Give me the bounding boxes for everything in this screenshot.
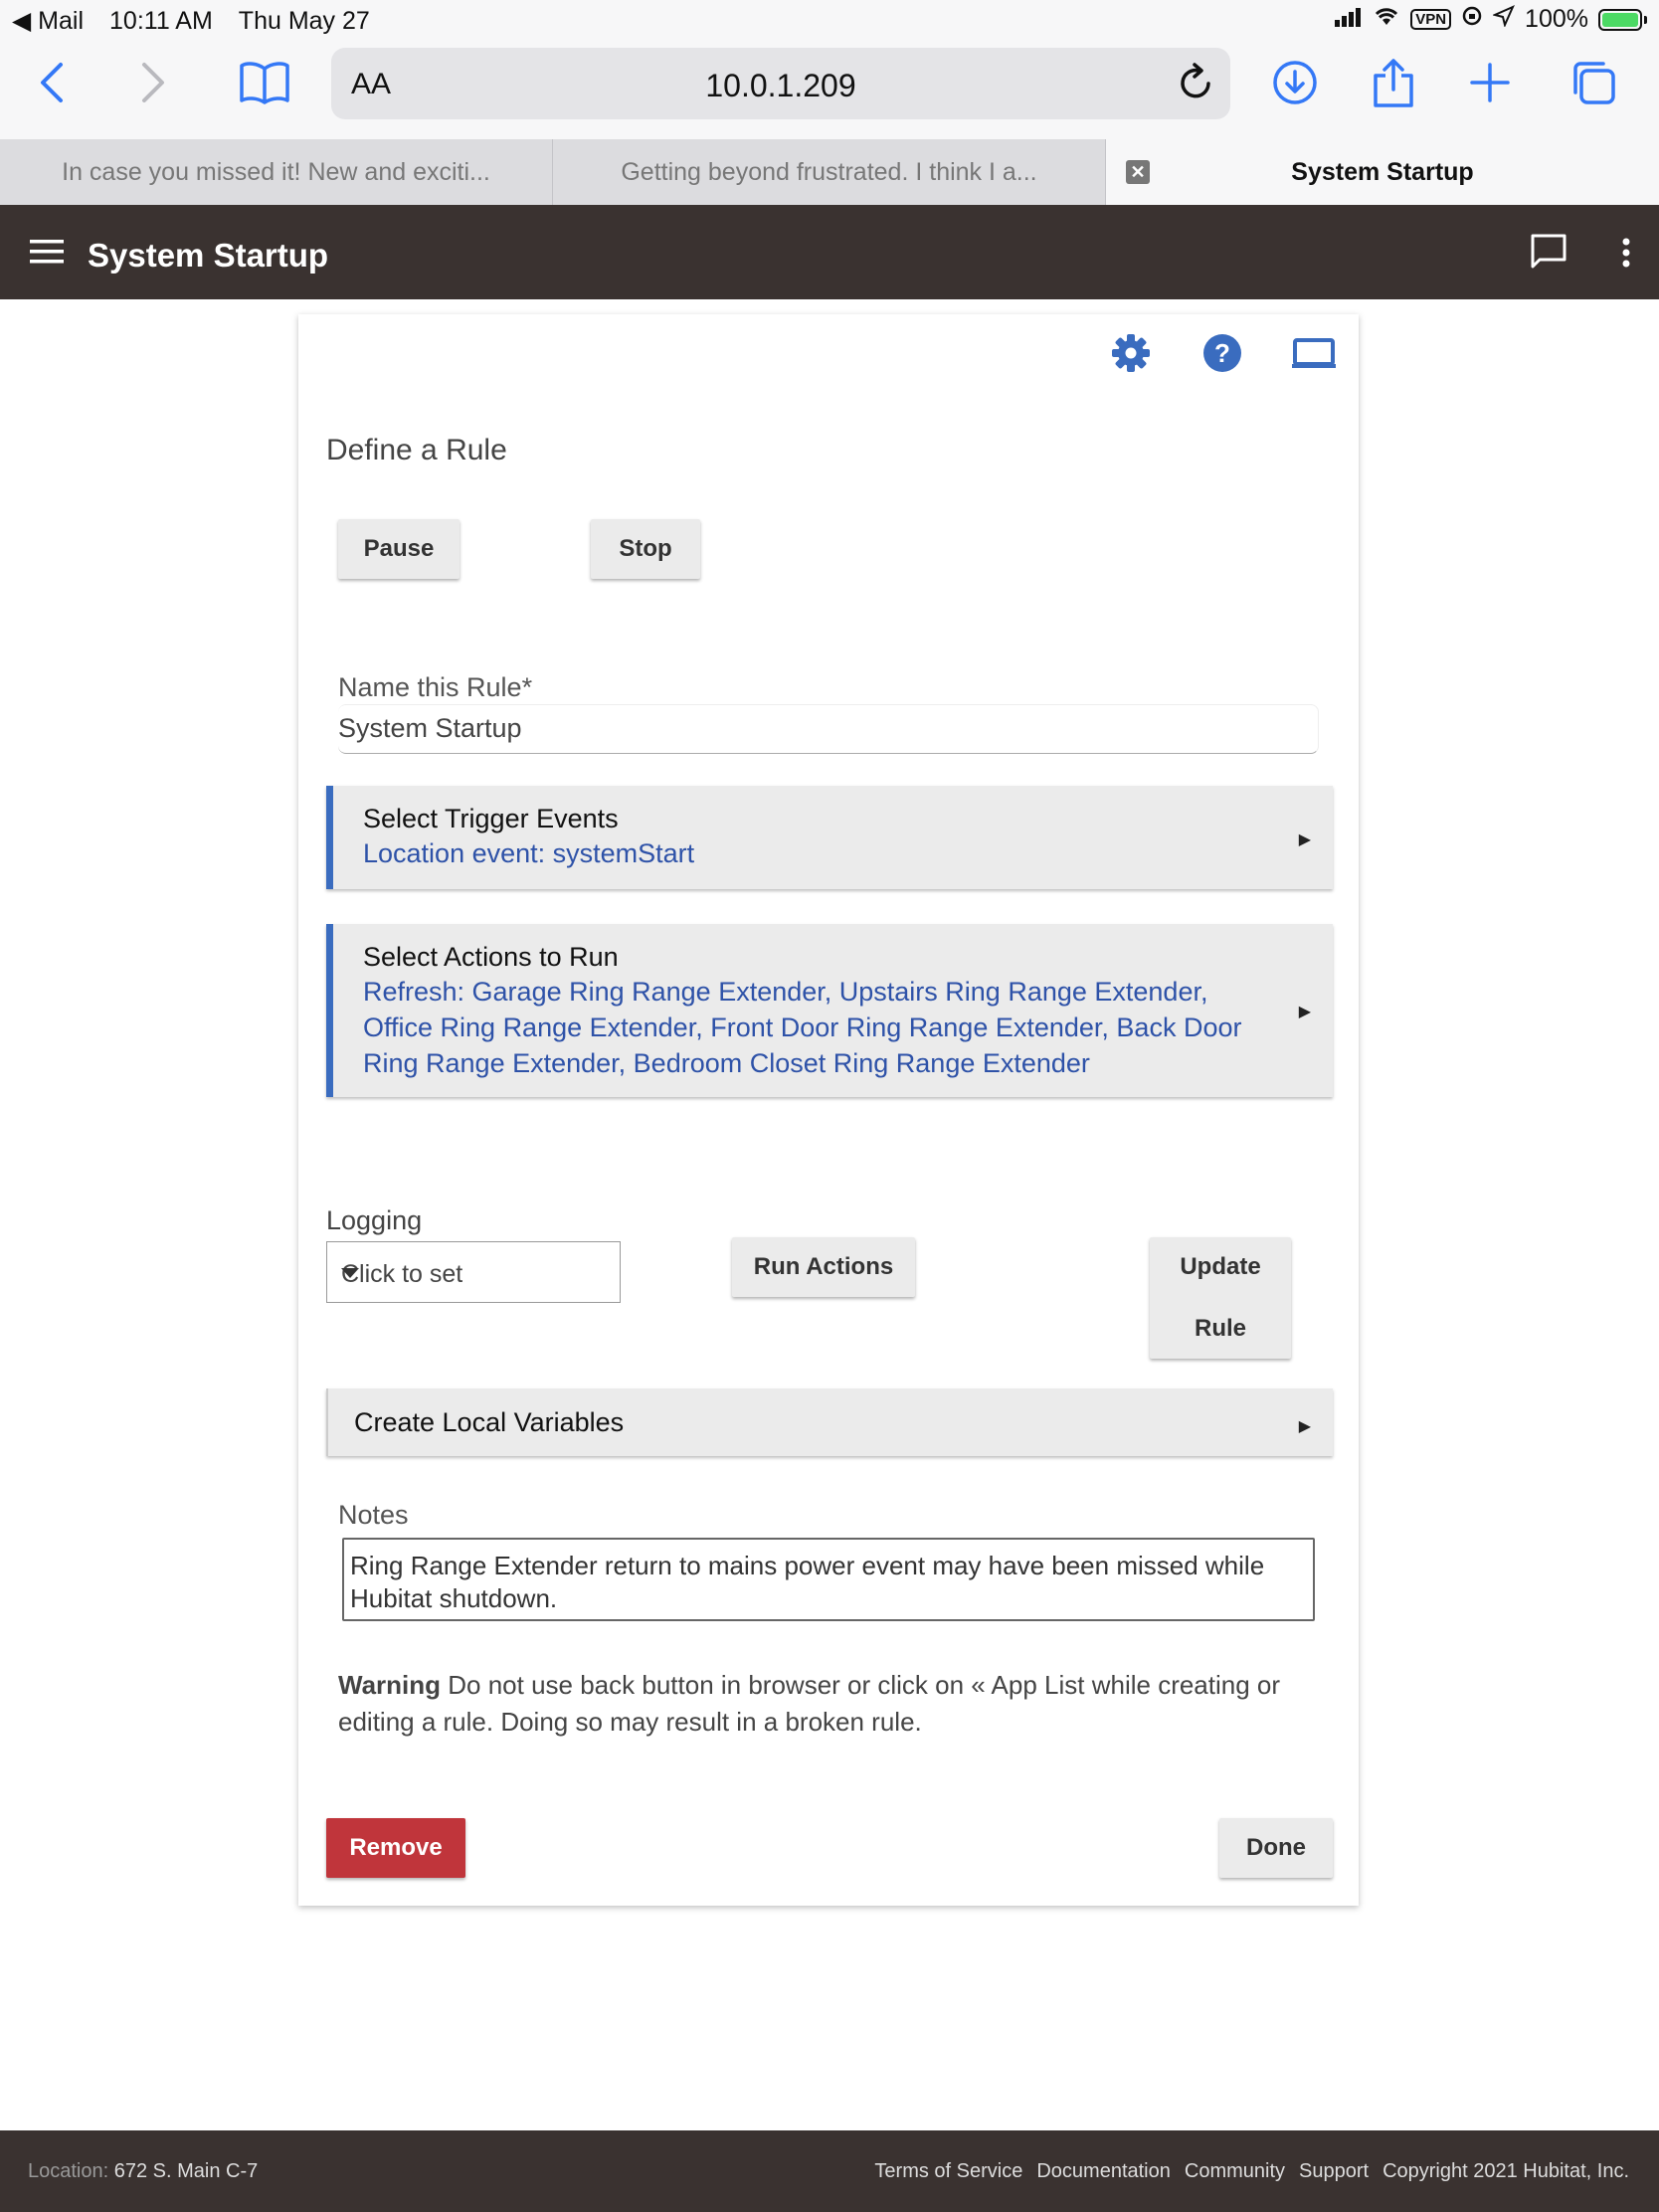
app-header: System Startup [0, 205, 1659, 299]
battery-icon [1598, 8, 1647, 31]
orientation-lock-icon [1461, 5, 1483, 34]
local-variables-title: Create Local Variables [354, 1407, 625, 1437]
expand-arrow-icon: ▶ [1298, 1418, 1311, 1435]
warning-text: Warning Do not use back button in browse… [338, 1670, 1281, 1737]
tab-system-startup[interactable]: ✕ System Startup [1106, 139, 1659, 205]
local-variables-panel[interactable]: Create Local Variables ▶ [326, 1388, 1333, 1456]
hamburger-menu-icon[interactable] [30, 239, 64, 270]
trigger-events-title: Select Trigger Events [363, 804, 619, 833]
notes-label: Notes [338, 1500, 409, 1530]
bookmarks-book-icon[interactable] [235, 58, 294, 107]
warning-strong: Warning [338, 1670, 442, 1700]
laptop-view-icon[interactable] [1291, 330, 1337, 376]
update-rule-button[interactable]: Update Rule [1150, 1237, 1291, 1359]
back-to-app-link[interactable]: ◀ Mail [12, 6, 84, 36]
logging-label: Logging [326, 1205, 423, 1235]
actions-panel[interactable]: Select Actions to Run Refresh: Garage Ri… [326, 924, 1333, 1097]
status-time: 10:11 AM [109, 6, 213, 35]
vpn-badge: VPN [1410, 9, 1452, 30]
support-link[interactable]: Support [1299, 2160, 1369, 2183]
actions-title: Select Actions to Run [363, 942, 619, 972]
trigger-events-value: Location event: systemStart [363, 838, 695, 868]
remove-button[interactable]: Remove [326, 1818, 465, 1878]
help-icon[interactable]: ? [1199, 330, 1245, 376]
back-chevron-icon[interactable] [22, 58, 82, 107]
share-icon[interactable] [1364, 58, 1423, 107]
location-arrow-icon [1491, 5, 1516, 34]
run-actions-button[interactable]: Run Actions [732, 1237, 915, 1297]
svg-text:?: ? [1214, 338, 1230, 368]
ios-status-bar: ◀ Mail 10:11 AM Thu May 27 VPN 100% [0, 0, 1659, 40]
page-title: System Startup [88, 237, 329, 274]
tab-close-icon[interactable]: ✕ [1126, 160, 1150, 184]
rule-name-input[interactable]: System Startup [338, 704, 1319, 754]
copyright-text: Copyright 2021 Hubitat, Inc. [1382, 2160, 1629, 2182]
terms-link[interactable]: Terms of Service [874, 2160, 1022, 2183]
new-tab-plus-icon[interactable] [1460, 58, 1520, 107]
status-date: Thu May 27 [238, 6, 370, 35]
downloads-icon[interactable] [1265, 58, 1325, 107]
expand-arrow-icon: ▶ [1298, 831, 1311, 848]
trigger-events-panel[interactable]: Select Trigger Events Location event: sy… [326, 786, 1333, 889]
actions-value: Refresh: Garage Ring Range Extender, Ups… [363, 977, 1242, 1078]
tab-frustrated[interactable]: Getting beyond frustrated. I think I a..… [553, 139, 1106, 205]
logging-select[interactable]: Click to set [326, 1241, 621, 1303]
location-info: Location: 672 S. Main C-7 [28, 2160, 259, 2182]
rule-card: ? Define a Rule Pause Stop Name this Rul… [298, 314, 1359, 1906]
tab-overview-icon[interactable] [1564, 58, 1623, 107]
rule-name-label: Name this Rule* [338, 672, 533, 702]
community-link[interactable]: Community [1185, 2160, 1285, 2183]
battery-percent: 100% [1525, 5, 1588, 33]
notes-textarea[interactable]: Ring Range Extender return to mains powe… [342, 1538, 1315, 1621]
wifi-icon [1373, 5, 1400, 34]
reload-icon[interactable] [1177, 62, 1216, 108]
more-vert-icon[interactable] [1621, 238, 1631, 273]
address-bar[interactable]: AA 10.0.1.209 [331, 48, 1230, 119]
pause-button[interactable]: Pause [338, 519, 460, 579]
page-footer: Location: 672 S. Main C-7 Terms of Servi… [0, 2130, 1659, 2212]
chat-feedback-icon[interactable] [1530, 233, 1567, 276]
dropdown-caret-icon [341, 1268, 359, 1278]
browser-tabs: In case you missed it! New and exciti...… [0, 139, 1659, 205]
browser-toolbar: AA 10.0.1.209 [0, 40, 1659, 139]
settings-gear-icon[interactable] [1108, 330, 1154, 376]
section-title: Define a Rule [326, 434, 507, 466]
documentation-link[interactable]: Documentation [1036, 2160, 1171, 2183]
stop-button[interactable]: Stop [591, 519, 700, 579]
cellular-signal-icon [1335, 5, 1363, 34]
url-text: 10.0.1.209 [705, 68, 856, 103]
forward-chevron-icon[interactable] [123, 58, 183, 107]
tab-news[interactable]: In case you missed it! New and exciti... [0, 139, 553, 205]
done-button[interactable]: Done [1219, 1818, 1333, 1878]
expand-arrow-icon: ▶ [1298, 1004, 1311, 1020]
